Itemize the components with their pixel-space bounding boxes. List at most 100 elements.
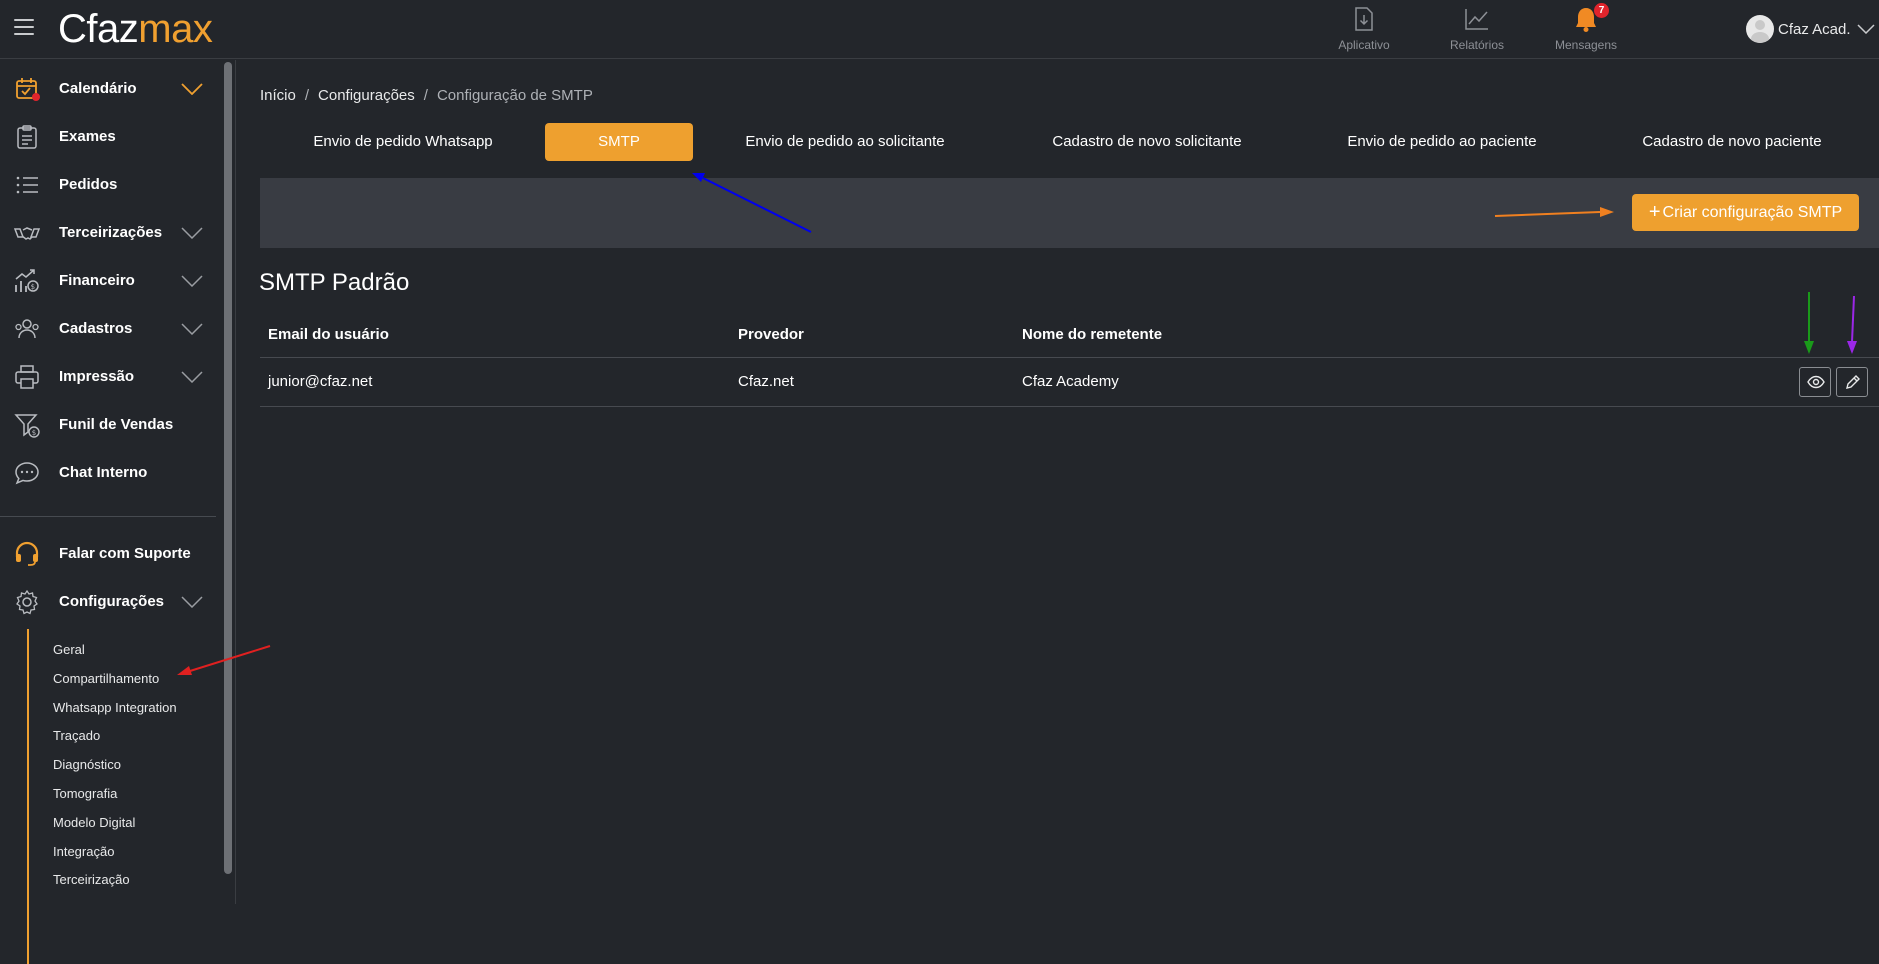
submenu-item-diagnostico[interactable]: Diagnóstico	[53, 757, 121, 772]
table-divider	[260, 406, 1879, 407]
plus-icon: +	[1648, 201, 1661, 223]
breadcrumb-home[interactable]: Início	[260, 87, 296, 104]
sidebar-item-chat[interactable]: Chat Interno	[0, 452, 216, 492]
cell-email: junior@cfaz.net	[268, 373, 373, 390]
chevron-down-icon	[181, 275, 203, 287]
user-name: Cfaz Acad.	[1778, 20, 1851, 38]
sidebar-item-label: Pedidos	[59, 176, 118, 193]
tab-cadastro-solicitante[interactable]: Cadastro de novo solicitante	[1022, 123, 1272, 161]
create-smtp-button[interactable]: + Criar configuração SMTP	[1632, 194, 1859, 231]
top-bar: Cfazmax Aplicativo Relatórios 7 Mensagen…	[0, 0, 1879, 59]
breadcrumb-separator: /	[423, 87, 428, 104]
sidebar-item-label: Falar com Suporte	[59, 545, 191, 562]
submenu-item-geral[interactable]: Geral	[53, 642, 85, 657]
sidebar: Calendário Exames Pedidos Terceirizações	[0, 60, 236, 964]
tab-envio-solicitante[interactable]: Envio de pedido ao solicitante	[715, 123, 975, 161]
chat-icon	[15, 462, 39, 485]
logo-part-2: max	[138, 7, 213, 51]
chart-icon	[1465, 9, 1488, 30]
finance-icon: $	[15, 269, 39, 292]
calendar-icon	[16, 78, 40, 101]
submenu-item-integracao[interactable]: Integração	[53, 844, 114, 859]
table-divider	[260, 357, 1879, 358]
sidebar-divider	[0, 516, 216, 517]
chevron-down-icon	[181, 371, 203, 383]
avatar	[1746, 15, 1774, 43]
sidebar-item-label: Configurações	[59, 593, 165, 610]
funnel-icon: $	[14, 414, 40, 438]
sidebar-item-financeiro[interactable]: $ Financeiro	[0, 260, 216, 300]
column-header-email: Email do usuário	[268, 326, 389, 343]
sidebar-item-terceirizacoes[interactable]: Terceirizações	[0, 212, 216, 252]
breadcrumb-configuracoes[interactable]: Configurações	[318, 87, 415, 104]
list-icon	[16, 176, 38, 194]
topnav-aplicativo[interactable]: Aplicativo	[1319, 6, 1409, 52]
submenu-indicator	[27, 629, 29, 964]
user-menu[interactable]: Cfaz Acad.	[1746, 14, 1875, 44]
notification-badge: 7	[1594, 3, 1609, 18]
eye-icon	[1807, 375, 1825, 389]
printer-icon	[15, 365, 39, 389]
topnav-label: Relatórios	[1449, 38, 1505, 52]
gear-icon	[16, 589, 38, 615]
submenu-item-tomografia[interactable]: Tomografia	[53, 786, 117, 801]
menu-icon[interactable]	[14, 19, 34, 39]
sidebar-item-suporte[interactable]: Falar com Suporte	[0, 533, 216, 573]
topnav-relatorios[interactable]: Relatórios	[1432, 6, 1522, 52]
column-header-provedor: Provedor	[738, 326, 804, 343]
sidebar-item-cadastros[interactable]: Cadastros	[0, 308, 216, 348]
sidebar-item-configuracoes[interactable]: Configurações	[0, 581, 216, 621]
sidebar-item-exames[interactable]: Exames	[0, 116, 216, 156]
sidebar-item-label: Chat Interno	[59, 464, 148, 481]
sidebar-item-funil[interactable]: $ Funil de Vendas	[0, 404, 216, 444]
download-app-icon	[1355, 7, 1373, 31]
sidebar-item-label: Impressão	[59, 368, 135, 385]
sidebar-item-calendario[interactable]: Calendário	[0, 68, 216, 108]
pencil-icon	[1846, 375, 1860, 389]
tab-envio-whatsapp[interactable]: Envio de pedido Whatsapp	[281, 123, 525, 161]
users-icon	[15, 319, 39, 339]
breadcrumb-separator: /	[304, 87, 310, 104]
sidebar-item-label: Calendário	[59, 80, 137, 97]
svg-text:$: $	[32, 429, 36, 437]
chevron-down-icon	[181, 323, 203, 335]
breadcrumb: Início / Configurações / Configuração de SMT…	[260, 87, 593, 104]
tab-envio-paciente[interactable]: Envio de pedido ao paciente	[1317, 123, 1567, 161]
edit-button[interactable]	[1836, 367, 1868, 397]
sidebar-item-label: Funil de Vendas	[59, 416, 174, 433]
column-header-remetente: Nome do remetente	[1022, 326, 1163, 343]
breadcrumb-current: Configuração de SMTP	[436, 87, 593, 104]
tab-cadastro-paciente[interactable]: Cadastro de novo paciente	[1617, 123, 1847, 161]
annotation-arrow-purple	[1847, 295, 1857, 354]
chevron-down-icon	[181, 83, 203, 95]
headset-icon	[15, 541, 39, 566]
sidebar-item-label: Financeiro	[59, 272, 135, 289]
sidebar-scrollbar[interactable]	[224, 62, 232, 874]
submenu-item-tracado[interactable]: Traçado	[53, 728, 100, 743]
svg-text:$: $	[31, 283, 35, 291]
logo-part-1: Cfaz	[58, 7, 139, 51]
submenu-item-whatsapp-integration[interactable]: Whatsapp Integration	[53, 700, 177, 715]
sidebar-item-label: Exames	[59, 128, 116, 145]
section-title: SMTP Padrão	[259, 269, 410, 296]
clipboard-icon	[17, 125, 37, 149]
create-smtp-label: Criar configuração SMTP	[1662, 204, 1843, 221]
submenu-item-compartilhamento[interactable]: Compartilhamento	[53, 671, 159, 686]
chevron-down-icon	[181, 227, 203, 239]
sidebar-item-label: Cadastros	[59, 320, 133, 337]
sidebar-item-impressao[interactable]: Impressão	[0, 356, 216, 396]
chevron-down-icon	[181, 596, 203, 608]
sidebar-item-label: Terceirizações	[59, 224, 163, 241]
topnav-label: Mensagens	[1554, 38, 1618, 52]
annotation-arrow-green	[1804, 292, 1814, 354]
submenu-item-modelo-digital[interactable]: Modelo Digital	[53, 815, 135, 830]
submenu-item-terceirizacao[interactable]: Terceirização	[53, 872, 130, 887]
cell-provedor: Cfaz.net	[738, 373, 794, 390]
logo[interactable]: Cfazmax	[58, 6, 213, 52]
topnav-mensagens[interactable]: 7 Mensagens	[1541, 3, 1631, 52]
sidebar-item-pedidos[interactable]: Pedidos	[0, 164, 216, 204]
topnav-label: Aplicativo	[1338, 38, 1390, 52]
tab-smtp[interactable]: SMTP	[545, 123, 693, 161]
chevron-down-icon	[1857, 24, 1875, 34]
view-button[interactable]	[1799, 367, 1831, 397]
